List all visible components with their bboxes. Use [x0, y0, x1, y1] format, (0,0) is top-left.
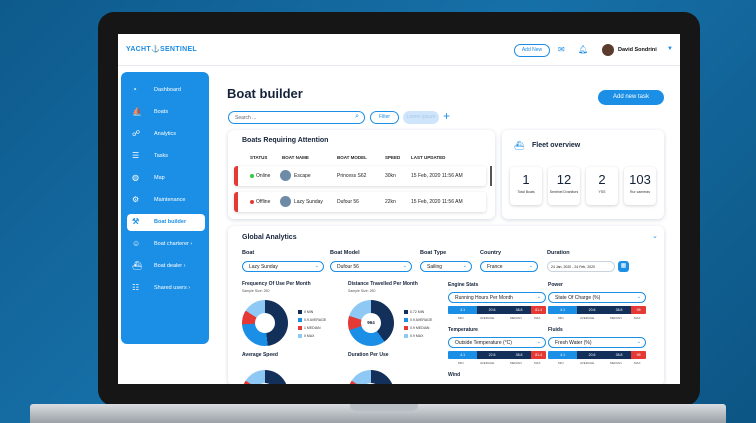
- app-screen: YACHT⚓SENTINEL Add New ✉ 🔔︎ David Sondri…: [118, 34, 680, 384]
- legend-item: 0.72 MIN: [404, 310, 424, 314]
- duration-input[interactable]: 24 Jan, 2020 - 24 Feb, 2020: [547, 261, 615, 272]
- add-new-button[interactable]: Add New: [514, 44, 550, 57]
- sidebar-item-maintenance[interactable]: ⚙ Maintenance: [127, 192, 205, 209]
- chevron-down-icon: ⌄: [462, 263, 467, 269]
- sidebar-item-boat-dealer[interactable]: ⛴ Boat dealer ›: [127, 258, 205, 275]
- boat-icon: ⛵: [132, 107, 142, 116]
- engine-stats-select[interactable]: Running Hours Per Month ⌄: [448, 292, 546, 303]
- user-icon: ☺: [132, 239, 141, 248]
- col-boat-name: BOAT NAME: [282, 155, 309, 160]
- legend-item: 0.9 AVERAGE: [404, 318, 432, 322]
- top-bar: YACHT⚓SENTINEL Add New ✉ 🔔︎ David Sondri…: [118, 34, 680, 66]
- legend-item: 0 MIN: [298, 310, 313, 314]
- globe-icon: ◍: [132, 173, 139, 182]
- legend-item: 1 MEDIAN: [298, 326, 321, 330]
- filter-button[interactable]: Filter: [370, 111, 399, 124]
- engine-gauge: 4.1 20.6 38.8 81.4: [448, 306, 546, 314]
- legend-item: 0 MAX: [298, 334, 315, 338]
- mail-icon[interactable]: ✉: [558, 45, 565, 55]
- ship-icon: ⛴: [514, 141, 525, 150]
- stat-yss: 2 YSS: [586, 167, 618, 205]
- fluids-select[interactable]: Fresh Water (%) ⌄: [548, 337, 646, 348]
- speedometer-icon: ◔: [132, 85, 137, 94]
- users-icon: ☷: [132, 283, 140, 292]
- chevron-down-icon: ⌄: [536, 294, 541, 300]
- boat-model-select[interactable]: Dufour 56 ⌄: [330, 261, 412, 272]
- attention-title: Boats Requiring Attention: [242, 137, 329, 144]
- calendar-icon[interactable]: ▦: [618, 261, 629, 272]
- sidebar-item-map[interactable]: ◍ Map: [127, 170, 205, 187]
- global-analytics-title: Global Analytics: [242, 234, 297, 241]
- search-icon: ⌕: [355, 113, 359, 120]
- status-dot: [250, 174, 254, 178]
- temperature-select[interactable]: Outside Temperature (°C) ⌄: [448, 337, 546, 348]
- col-last-updated: LAST UPDATED: [411, 155, 446, 160]
- frequency-donut: [242, 300, 288, 346]
- stat-total-boats: 1 Total Boats: [510, 167, 542, 205]
- table-row[interactable]: Online Escape Princess S62 30kn 15 Feb, …: [234, 166, 486, 186]
- user-name[interactable]: David Sondrini: [618, 47, 657, 53]
- power-select[interactable]: State Of Charge (%) ⌄: [548, 292, 646, 303]
- tasks-icon: ☰: [132, 151, 140, 160]
- status-dot: [250, 200, 254, 204]
- dealer-icon: ⛴: [132, 261, 143, 270]
- legend-item: 0.9 AVERAGE: [298, 318, 326, 322]
- table-row[interactable]: Offline Lazy Sunday Dufour 56 22kn 15 Fe…: [234, 192, 486, 212]
- avatar[interactable]: [602, 44, 614, 56]
- collapse-chevron-icon[interactable]: ⌄: [652, 232, 658, 240]
- sidebar-item-shared-users[interactable]: ☷ Shared users ›: [127, 280, 205, 297]
- sidebar-item-dashboard[interactable]: ◔ Dashboard: [127, 82, 205, 99]
- sidebar-item-boat-charterer[interactable]: ☺ Boat charterer ›: [127, 236, 205, 253]
- sidebar-item-boats[interactable]: ⛵ Boats: [127, 104, 205, 121]
- page-title: Boat builder: [227, 86, 303, 101]
- fluids-gauge: 4.1 20.6 38.8 95: [548, 351, 646, 359]
- add-new-task-button[interactable]: Add new task: [598, 90, 664, 105]
- legend-item: 0.9 MAX: [404, 334, 423, 338]
- boat-thumbnail: [280, 170, 291, 181]
- search-input[interactable]: Search ... ⌕: [228, 111, 365, 124]
- chevron-down-icon: ⌄: [528, 263, 533, 269]
- col-speed: SPEED: [385, 155, 401, 160]
- table-scrollbar[interactable]: [490, 166, 492, 186]
- brand-logo[interactable]: YACHT⚓SENTINEL: [126, 45, 197, 53]
- chevron-down-icon[interactable]: ▼: [667, 46, 673, 52]
- alert-bar: [234, 192, 238, 212]
- sidebar-item-tasks[interactable]: ☰ Tasks: [127, 148, 205, 165]
- col-status: STATUS: [250, 155, 268, 160]
- stat-cameras: 103 Rur cameras: [624, 167, 656, 205]
- chevron-down-icon: ⌄: [402, 263, 407, 269]
- laptop-notch: [350, 404, 418, 411]
- wrench-icon: ⚙: [132, 195, 140, 204]
- power-gauge: 4.1 20.6 38.8 95: [548, 306, 646, 314]
- distance-donut: 964: [348, 300, 394, 346]
- sidebar: ◔ Dashboard ⛵ Boats ☍ Analytics ☰ Tasks ◍ Map…: [121, 72, 209, 344]
- legend-item: 0.9 MEDIAN: [404, 326, 429, 330]
- bell-icon[interactable]: 🔔︎: [578, 45, 588, 55]
- chevron-down-icon: ⌄: [314, 263, 319, 269]
- boat-select[interactable]: Lazy Sunday ⌄: [242, 261, 324, 272]
- boat-thumbnail: [280, 196, 291, 207]
- sidebar-item-analytics[interactable]: ☍ Analytics: [127, 126, 205, 143]
- stat-sentinel: 12 Sentinel Dvanitors: [548, 167, 580, 205]
- chevron-down-icon: ⌄: [636, 339, 641, 345]
- chevron-down-icon: ⌄: [536, 339, 541, 345]
- sidebar-item-boat-builder[interactable]: ⚒ Boat builder: [127, 214, 205, 231]
- add-filter-icon[interactable]: +: [443, 108, 450, 124]
- fleet-title: Fleet overview: [532, 142, 581, 149]
- filter-pill[interactable]: Lorem ipsum: [403, 111, 439, 124]
- chevron-down-icon: ⌄: [636, 294, 641, 300]
- col-boat-model: BOAT MODEL: [337, 155, 367, 160]
- builder-icon: ⚒: [132, 217, 140, 226]
- boat-type-select[interactable]: Sailing ⌄: [420, 261, 472, 272]
- analytics-icon: ☍: [132, 129, 141, 138]
- country-select[interactable]: France ⌄: [480, 261, 538, 272]
- alert-bar: [234, 166, 238, 186]
- temperature-gauge: 4.1 22.6 38.8 81.4: [448, 351, 546, 359]
